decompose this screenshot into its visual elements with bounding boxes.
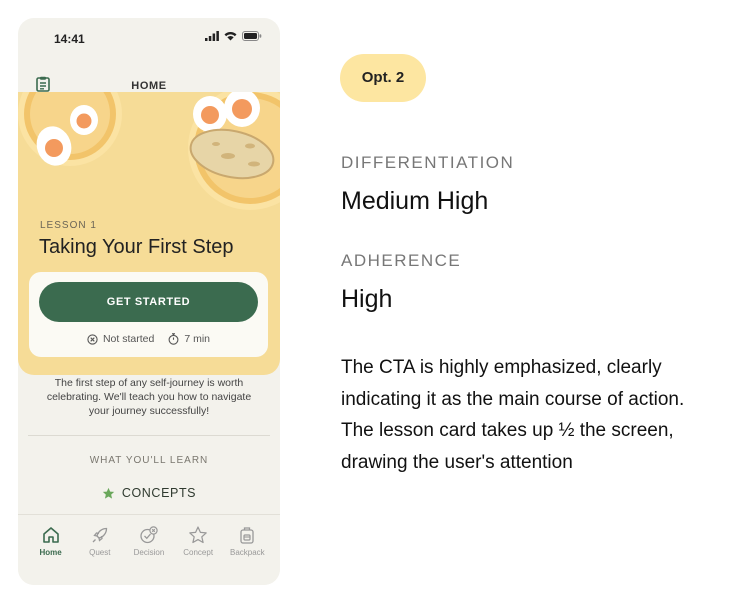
star-outline-icon	[189, 526, 207, 544]
lesson-description: The first step of any self-journey is wo…	[46, 377, 252, 417]
divider	[28, 435, 270, 436]
lesson-status-text: Not started	[102, 333, 155, 345]
tab-label: Backpack	[230, 548, 265, 557]
phone-mockup: 14:41 HOME LESSON 1 Taking Your First St…	[18, 18, 280, 585]
learn-heading: WHAT YOU'LL LEARN	[89, 455, 209, 466]
tab-quest[interactable]: Quest	[76, 525, 124, 585]
lesson-meta: Not started 7 min	[29, 333, 268, 345]
lesson-duration: 7 min	[168, 333, 210, 345]
home-icon	[42, 527, 59, 543]
rationale-text: The CTA is highly emphasized, clearly in…	[341, 357, 685, 473]
adherence-value: High	[341, 285, 393, 313]
tab-label: Decision	[133, 548, 165, 557]
bottom-tab-bar: Home Quest Decision Concept Backpack	[18, 514, 280, 585]
status-time: 14:41	[54, 32, 85, 46]
page-title: HOME	[131, 80, 167, 92]
lesson-status: Not started	[87, 333, 154, 345]
concepts-section[interactable]: CONCEPTS	[18, 486, 280, 500]
status-bar: 14:41	[18, 18, 280, 58]
signal-icon	[205, 31, 219, 41]
lesson-hero: LESSON 1 Taking Your First Step GET STAR…	[18, 92, 280, 375]
tab-backpack[interactable]: Backpack	[223, 525, 271, 585]
decision-icon	[140, 526, 158, 544]
tab-decision[interactable]: Decision	[125, 525, 173, 585]
tab-concept[interactable]: Concept	[174, 525, 222, 585]
tab-home[interactable]: Home	[27, 525, 75, 585]
stopwatch-icon	[168, 333, 179, 345]
adherence-heading: ADHERENCE	[341, 251, 462, 270]
tab-label: Quest	[89, 548, 111, 557]
get-started-button[interactable]: GET STARTED	[39, 282, 258, 322]
not-started-icon	[87, 333, 98, 345]
differentiation-value: Medium High	[341, 187, 489, 215]
rocket-icon	[92, 527, 107, 543]
battery-icon	[242, 31, 262, 41]
lesson-card: GET STARTED Not started 7 min	[29, 272, 268, 357]
differentiation-heading: DIFFERENTIATION	[341, 153, 515, 172]
lesson-number: LESSON 1	[40, 220, 97, 231]
wifi-icon	[224, 32, 237, 41]
lesson-title: Taking Your First Step	[39, 236, 234, 258]
food-bowls-illustration	[18, 92, 280, 210]
lesson-duration-text: 7 min	[184, 333, 211, 345]
star-icon	[102, 487, 115, 499]
option-badge: Opt. 2	[340, 54, 426, 102]
backpack-icon	[240, 527, 254, 544]
status-icons	[205, 31, 262, 41]
tab-label: Home	[39, 548, 62, 557]
tab-label: Concept	[183, 548, 214, 557]
concepts-label: CONCEPTS	[121, 486, 197, 500]
